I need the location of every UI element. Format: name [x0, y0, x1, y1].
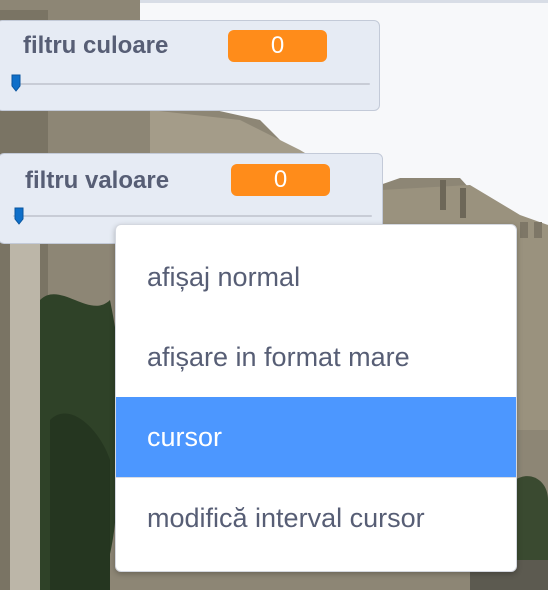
menu-item-normal-readout[interactable]: afișaj normal — [116, 237, 516, 317]
menu-item-large-readout[interactable]: afișare in format mare — [116, 317, 516, 397]
slider-thumb-icon[interactable] — [11, 74, 21, 92]
variable-monitor-filtru-culoare[interactable]: filtru culoare 0 — [0, 20, 380, 111]
slider-track[interactable] — [11, 83, 370, 85]
monitor-label: filtru culoare — [23, 32, 169, 59]
menu-item-change-slider-range[interactable]: modifică interval cursor — [116, 477, 516, 557]
monitor-context-menu: afișaj normal afișare in format mare cur… — [115, 224, 517, 572]
monitor-value-badge: 0 — [231, 164, 330, 196]
slider-track[interactable] — [13, 215, 372, 217]
slider-thumb-icon[interactable] — [14, 207, 24, 225]
monitor-value-badge: 0 — [228, 30, 327, 62]
stage: filtru culoare 0 filtru valoare 0 afișaj… — [0, 0, 548, 590]
monitor-label: filtru valoare — [25, 167, 170, 194]
menu-item-slider[interactable]: cursor — [116, 397, 516, 477]
